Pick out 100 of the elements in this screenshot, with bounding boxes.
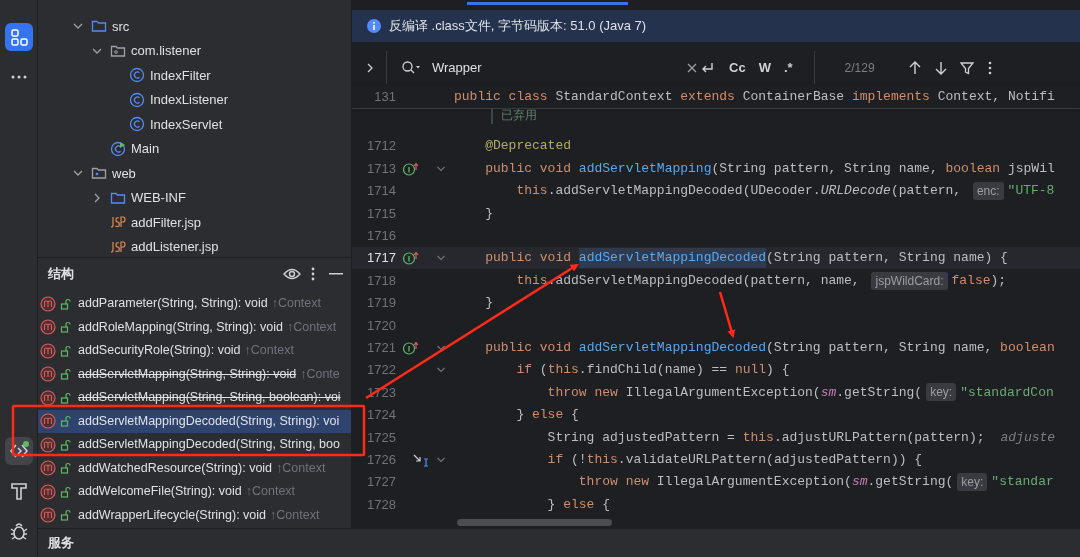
line-number: 1713	[366, 159, 397, 178]
method-icon	[40, 413, 56, 430]
implements-icon[interactable]	[402, 340, 420, 355]
tree-item[interactable]: addListener.jsp	[131, 237, 219, 257]
more-icon[interactable]	[311, 267, 315, 281]
line-number: 1726	[366, 450, 397, 469]
tree-item[interactable]: IndexFilter	[150, 65, 211, 85]
code-line: String adjustedPattern = this.adjustURLPattern(pattern); adjuste	[546, 427, 1056, 447]
line-number: 1715	[366, 204, 397, 223]
tree-item[interactable]: src	[112, 16, 130, 36]
lock-icon	[60, 344, 72, 357]
structure-item[interactable]: addSecurityRole(String): void ↑Context	[38, 339, 351, 363]
lock-icon	[60, 368, 72, 381]
tree-item[interactable]: Main	[131, 139, 160, 159]
code-line: }	[484, 294, 493, 313]
structure-item[interactable]: addRoleMapping(String, String): void ↑Context	[38, 315, 351, 339]
panel-title: 结构	[48, 265, 75, 284]
line-number: 1720	[366, 316, 397, 335]
banner-text: 反编译 .class文件, 字节码版本: 51.0 (Java 7)	[389, 17, 647, 36]
lock-icon	[60, 509, 72, 522]
method-icon	[40, 507, 56, 524]
jsp-icon	[110, 214, 126, 231]
lock-icon	[60, 485, 72, 498]
code-line: this.addServletMappingDecoded(pattern, name, jspWildCard: false);	[515, 270, 1007, 291]
filter-icon[interactable]	[959, 60, 974, 75]
lock-icon	[60, 321, 72, 334]
line-number: 1718	[366, 271, 397, 290]
method-icon	[40, 295, 56, 312]
implements-icon[interactable]	[402, 251, 420, 266]
folder-icon	[91, 165, 107, 182]
code-line: throw new IllegalArgumentException(sm.getString( key: "standar	[577, 472, 1054, 492]
structure-item[interactable]: addParameter(String, String): void ↑Context	[38, 292, 351, 316]
structure-item[interactable]: addWrapperLifecycle(String): void ↑Context	[38, 503, 351, 527]
line-number: 1714	[366, 182, 397, 201]
lock-icon	[60, 462, 72, 475]
lock-icon	[60, 391, 72, 404]
parameter-hint: jspWildCard:	[871, 271, 948, 290]
parameter-hint: key:	[957, 473, 988, 492]
code-line: }	[484, 204, 493, 223]
info-icon	[367, 19, 381, 33]
code-line: throw new IllegalArgumentException(sm.getString( key: "standardCon	[546, 382, 1054, 403]
line-number: 1725	[366, 428, 397, 447]
line-number: 1717	[366, 249, 397, 268]
code-line: public void addServletMappingDecoded(String pattern, String name, boolean	[484, 338, 1055, 357]
method-icon	[40, 342, 56, 359]
arrow-down-icon[interactable]	[933, 59, 948, 76]
scrollbar[interactable]	[457, 519, 612, 526]
code-line: if (this.findChild(name) == null) {	[515, 361, 790, 380]
structure-item[interactable]: addServletMapping(String, String, boolean): voi	[38, 386, 351, 410]
structure-item[interactable]: addWatchedResource(String): void ↑Context	[38, 456, 351, 480]
lock-icon	[60, 438, 72, 451]
code-line: } else {	[515, 406, 579, 425]
tree-item[interactable]: IndexServlet	[150, 114, 223, 134]
class-icon	[110, 140, 126, 157]
panel-title: 服务	[48, 534, 74, 553]
implements-icon[interactable]	[402, 161, 420, 176]
folder-icon	[91, 18, 107, 35]
more-icon[interactable]	[987, 60, 992, 75]
search-field[interactable]: Wrapper	[401, 51, 699, 84]
tree-item[interactable]: IndexListener	[150, 90, 229, 110]
code-line: @Deprecated	[484, 137, 572, 156]
tree-item[interactable]: addFilter.jsp	[131, 212, 202, 232]
close-icon[interactable]	[687, 62, 697, 73]
code-line: public class StandardContext extends ContainerBase implements Context, Notifi	[454, 87, 1055, 106]
tree-item[interactable]: com.listener	[131, 41, 202, 61]
line-number: 1719	[366, 294, 397, 313]
search-icon	[401, 59, 421, 76]
tree-item[interactable]: WEB-INF	[131, 188, 186, 208]
line-number: 131	[373, 87, 397, 106]
parameter-hint: enc:	[972, 181, 1004, 200]
method-icon	[40, 319, 56, 336]
lock-icon	[60, 415, 72, 428]
structure-item[interactable]: addServletMappingDecoded(String, String): voi	[38, 409, 351, 433]
option-button[interactable]: Cc	[725, 57, 750, 78]
minimize-icon[interactable]	[329, 273, 343, 275]
arrow-up-icon[interactable]	[907, 59, 922, 76]
line-number: 1728	[366, 495, 397, 514]
method-icon	[40, 389, 56, 406]
doc-comment: 已弃用	[491, 109, 537, 124]
tree-item[interactable]: web	[112, 163, 136, 183]
inline-value-hint: adjuste	[1000, 428, 1056, 447]
class-icon	[129, 116, 145, 133]
method-icon	[40, 366, 56, 383]
jsp-icon	[110, 238, 126, 255]
method-icon	[40, 460, 56, 477]
method-icon	[40, 436, 56, 453]
line-number: 1716	[366, 227, 397, 245]
lock-icon	[60, 297, 72, 310]
code-line: this.addServletMappingDecoded(UDecoder.URLDecode(pattern, enc: "UTF-8	[515, 181, 1055, 201]
line-number: 1721	[366, 338, 397, 357]
code-line: public void addServletMappingDecoded(String pattern, String name) {	[484, 248, 1008, 268]
structure-item[interactable]: addWelcomeFile(String): void ↑Context	[38, 480, 351, 504]
option-button[interactable]: .*	[779, 57, 797, 78]
eye-icon[interactable]	[283, 267, 301, 281]
parameter-hint: key:	[926, 383, 957, 402]
method-icon	[40, 483, 56, 500]
structure-item[interactable]: addServletMapping(String, String): void ↑Conte	[38, 362, 351, 386]
line-number: 1727	[366, 473, 397, 492]
option-button[interactable]: W	[754, 57, 775, 78]
structure-item[interactable]: addServletMappingDecoded(String, String, boo	[38, 433, 351, 457]
